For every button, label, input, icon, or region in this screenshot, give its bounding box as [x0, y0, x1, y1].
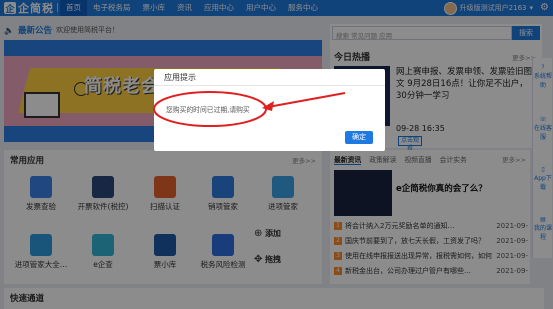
arrow-line [267, 92, 346, 108]
arrow-head-icon [262, 101, 274, 111]
highlight-ellipse [153, 91, 267, 127]
annotation-overlay [153, 91, 346, 127]
